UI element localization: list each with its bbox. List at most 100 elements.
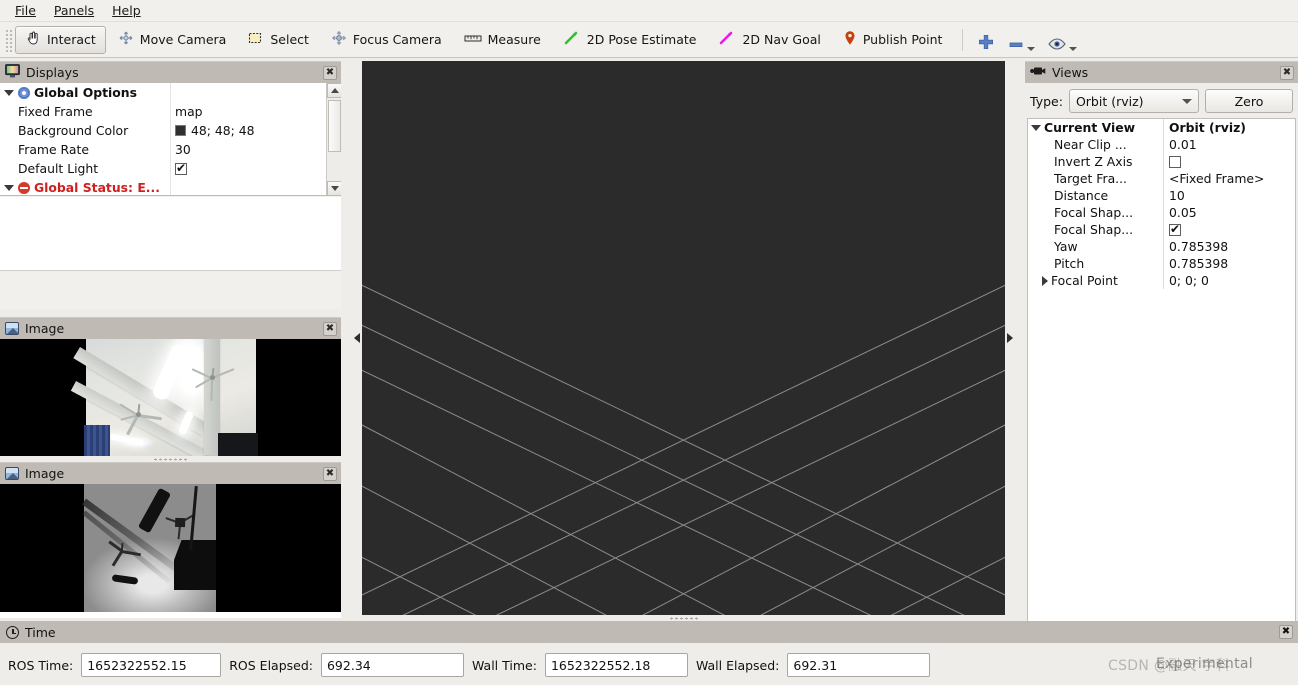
display-row-global-status[interactable]: Global Status: E... bbox=[0, 178, 341, 195]
image-panel-rgb: Image ✖ bbox=[0, 317, 341, 463]
display-row-value[interactable]: 48; 48; 48 bbox=[170, 121, 341, 140]
zero-button[interactable]: Zero bbox=[1205, 89, 1293, 113]
tool-focus-camera[interactable]: Focus Camera bbox=[321, 26, 452, 54]
toolbar-drag-handle[interactable] bbox=[4, 27, 12, 52]
views-row-focal-point[interactable]: Focal Point 0; 0; 0 bbox=[1028, 272, 1295, 289]
views-row-value[interactable]: 0.785398 bbox=[1163, 255, 1295, 272]
scroll-down-arrow-icon[interactable] bbox=[327, 181, 341, 195]
tool-focus-camera-label: Focus Camera bbox=[352, 32, 442, 47]
views-row-label: Focal Shap... bbox=[1054, 222, 1134, 237]
depth-streak bbox=[82, 510, 172, 584]
image-panel-depth-canvas[interactable] bbox=[0, 484, 341, 612]
expand-triangle-icon[interactable] bbox=[4, 184, 14, 191]
views-row-target-frame[interactable]: Target Fra... <Fixed Frame> bbox=[1028, 170, 1295, 187]
image-panel-depth: Image ✖ bbox=[0, 462, 341, 618]
tool-move-camera[interactable]: Move Camera bbox=[108, 26, 237, 54]
views-row-value[interactable] bbox=[1163, 221, 1295, 238]
collapse-triangle-icon[interactable] bbox=[1042, 275, 1048, 286]
views-row-value[interactable]: 0; 0; 0 bbox=[1163, 272, 1295, 289]
render-view-3d[interactable]: S 中 ☽ °, 简 拼 ✿ bbox=[362, 61, 1005, 615]
views-close-icon[interactable]: ✖ bbox=[1280, 65, 1294, 80]
display-row-value[interactable]: 30 bbox=[170, 140, 341, 159]
ros-elapsed-field[interactable]: 692.34 bbox=[320, 653, 464, 677]
views-row-focal-shape-size[interactable]: Focal Shap... 0.05 bbox=[1028, 204, 1295, 221]
views-row-value[interactable] bbox=[1163, 153, 1295, 170]
time-panel-close-icon[interactable]: ✖ bbox=[1279, 625, 1293, 639]
views-row-current-view[interactable]: Current View Orbit (rviz) bbox=[1028, 119, 1295, 136]
zoom-in-button[interactable] bbox=[971, 26, 1001, 54]
image-panel-rgb-close-icon[interactable]: ✖ bbox=[323, 321, 337, 336]
tool-measure[interactable]: Measure bbox=[454, 26, 551, 54]
views-row-label: Focal Shap... bbox=[1054, 205, 1134, 220]
display-row-value[interactable] bbox=[170, 178, 341, 195]
menu-file[interactable]: File bbox=[6, 1, 45, 20]
views-row-invert-z-axis[interactable]: Invert Z Axis bbox=[1028, 153, 1295, 170]
default-light-checkbox[interactable] bbox=[175, 161, 187, 175]
wall-elapsed-field[interactable]: 692.31 bbox=[787, 653, 931, 677]
tool-2d-pose-estimate-label: 2D Pose Estimate bbox=[586, 32, 697, 47]
menu-panels[interactable]: Panels bbox=[45, 1, 103, 20]
display-row-fixed-frame[interactable]: Fixed Frame map bbox=[0, 102, 341, 121]
ros-time-field[interactable]: 1652322552.15 bbox=[81, 653, 222, 677]
tool-bar: Interact Move Camera Select Focus Camera… bbox=[0, 22, 1298, 58]
display-row-value[interactable] bbox=[170, 83, 341, 102]
views-row-value[interactable]: Orbit (rviz) bbox=[1163, 119, 1295, 136]
views-panel-title: Views bbox=[1052, 65, 1089, 80]
zoom-out-dropdown-icon[interactable] bbox=[1027, 46, 1036, 51]
menu-help[interactable]: Help bbox=[103, 1, 150, 20]
display-row-frame-rate[interactable]: Frame Rate 30 bbox=[0, 140, 341, 159]
views-row-near-clip[interactable]: Near Clip ... 0.01 bbox=[1028, 136, 1295, 153]
views-row-value[interactable]: 0.05 bbox=[1163, 204, 1295, 221]
displays-vertical-scrollbar[interactable] bbox=[326, 83, 341, 195]
views-row-value[interactable]: 0.785398 bbox=[1163, 238, 1295, 255]
image-panel-rgb-canvas[interactable] bbox=[0, 339, 341, 456]
tool-2d-nav-goal[interactable]: 2D Nav Goal bbox=[708, 26, 830, 54]
display-row-value[interactable]: map bbox=[170, 102, 341, 121]
display-row-label: Default Light bbox=[18, 161, 99, 176]
color-swatch-icon[interactable] bbox=[175, 125, 186, 136]
focal-shape-fixed-size-checkbox[interactable] bbox=[1169, 222, 1181, 236]
view-type-selected-value: Orbit (rviz) bbox=[1075, 93, 1144, 109]
views-row-distance[interactable]: Distance 10 bbox=[1028, 187, 1295, 204]
zoom-out-button[interactable] bbox=[1001, 26, 1041, 54]
views-row-label: Near Clip ... bbox=[1054, 137, 1127, 152]
display-row-value[interactable] bbox=[170, 159, 341, 178]
visibility-dropdown-icon[interactable] bbox=[1069, 46, 1078, 51]
tool-2d-nav-goal-label: 2D Nav Goal bbox=[742, 32, 821, 47]
tool-select[interactable]: Select bbox=[238, 26, 319, 54]
views-row-value[interactable]: 10 bbox=[1163, 187, 1295, 204]
tool-2d-pose-estimate[interactable]: 2D Pose Estimate bbox=[553, 26, 707, 54]
rgb-scene bbox=[70, 339, 258, 456]
views-row-value[interactable]: <Fixed Frame> bbox=[1163, 170, 1295, 187]
views-row-label: Focal Point bbox=[1051, 273, 1118, 288]
tool-measure-label: Measure bbox=[487, 32, 541, 47]
view-type-select[interactable]: Orbit (rviz) bbox=[1068, 89, 1199, 113]
scroll-up-arrow-icon[interactable] bbox=[327, 83, 341, 98]
views-row-yaw[interactable]: Yaw 0.785398 bbox=[1028, 238, 1295, 255]
displays-property-tree[interactable]: Global Options Fixed Frame map Backgroun… bbox=[0, 83, 341, 196]
magenta-arrow-icon bbox=[718, 30, 736, 49]
display-row-global-options[interactable]: Global Options bbox=[0, 83, 341, 102]
image-panel-depth-close-icon[interactable]: ✖ bbox=[323, 466, 337, 481]
visibility-button[interactable] bbox=[1041, 26, 1083, 54]
time-panel-titlebar: Time ✖ bbox=[0, 621, 1298, 643]
views-row-value[interactable]: 0.01 bbox=[1163, 136, 1295, 153]
tool-interact[interactable]: Interact bbox=[15, 25, 106, 54]
menu-bar: File Panels Help bbox=[0, 0, 1298, 22]
displays-close-icon[interactable]: ✖ bbox=[323, 65, 337, 80]
expand-triangle-icon[interactable] bbox=[1031, 124, 1041, 131]
invert-z-axis-checkbox[interactable] bbox=[1169, 155, 1181, 168]
display-row-background-color[interactable]: Background Color 48; 48; 48 bbox=[0, 121, 341, 140]
tool-publish-point[interactable]: Publish Point bbox=[833, 26, 953, 54]
views-row-focal-shape-fixed-size[interactable]: Focal Shap... bbox=[1028, 221, 1295, 238]
expand-triangle-icon[interactable] bbox=[4, 89, 14, 96]
wall-time-field[interactable]: 1652322552.18 bbox=[544, 653, 688, 677]
scrollbar-thumb[interactable] bbox=[328, 100, 341, 152]
left-dock-collapse-handle[interactable] bbox=[352, 61, 362, 615]
views-property-tree[interactable]: Current View Orbit (rviz) Near Clip ... … bbox=[1027, 118, 1296, 634]
display-row-default-light[interactable]: Default Light bbox=[0, 159, 341, 178]
right-dock-collapse-handle[interactable] bbox=[1005, 61, 1015, 615]
views-row-pitch[interactable]: Pitch 0.785398 bbox=[1028, 255, 1295, 272]
